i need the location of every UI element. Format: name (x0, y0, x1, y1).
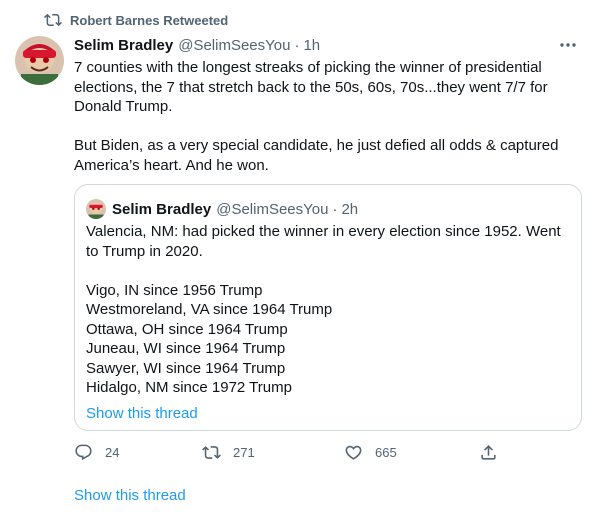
retweet-icon (202, 446, 221, 459)
quote-separator-dot: · (332, 200, 338, 218)
county-line: Sawyer, WI since 1964 Trump (86, 359, 286, 377)
quote-show-thread-link[interactable]: Show this thread (86, 405, 198, 422)
avatar[interactable] (15, 36, 64, 85)
quote-time: 2h (341, 200, 359, 218)
retweet-icon (44, 13, 62, 27)
retweet-count: 271 (233, 445, 255, 460)
tweet-time[interactable]: 1h (303, 37, 320, 54)
heart-icon (345, 445, 362, 460)
tweet-header: Selim Bradley @SelimSeesYou · 1h (74, 37, 578, 54)
retweet-banner[interactable]: Robert Barnes Retweeted (44, 11, 228, 29)
reply-icon (75, 444, 92, 461)
quote-county-list: Vigo, IN since 1956 Trump Westmoreland, … (86, 281, 574, 398)
reply-button[interactable]: 24 (74, 443, 119, 462)
like-button[interactable]: 665 (344, 443, 397, 462)
quote-text: Valencia, NM: had picked the winner in e… (86, 222, 574, 398)
author-name[interactable]: Selim Bradley (74, 37, 173, 54)
tweet-paragraph: But Biden, as a very special candidate, … (74, 137, 559, 174)
county-line: Vigo, IN since 1956 Trump (86, 281, 263, 299)
quote-avatar (86, 199, 106, 219)
county-line: Hidalgo, NM since 1972 Trump (86, 379, 292, 396)
more-options-icon[interactable] (558, 35, 578, 55)
tweet-paragraph: 7 counties with the longest streaks of p… (74, 59, 548, 115)
quote-intro: Valencia, NM: had picked the winner in e… (86, 223, 561, 260)
quote-author-name: Selim Bradley (112, 200, 212, 218)
tweet-actions: 24 271 665 (74, 443, 504, 465)
share-icon (481, 445, 496, 460)
share-button[interactable] (479, 443, 510, 462)
tweet-text: 7 counties with the longest streaks of p… (74, 58, 574, 175)
quoted-tweet[interactable]: Selim Bradley @SelimSeesYou · 2h Valenci… (74, 184, 582, 431)
show-thread-link[interactable]: Show this thread (74, 487, 186, 504)
quote-author-handle: @SelimSeesYou (216, 200, 329, 218)
retweet-banner-label: Robert Barnes Retweeted (70, 12, 229, 28)
author-handle[interactable]: @SelimSeesYou (178, 37, 290, 54)
reply-count: 24 (105, 445, 120, 460)
retweet-button[interactable]: 271 (202, 443, 255, 462)
avatar-image (15, 36, 64, 85)
county-line: Ottawa, OH since 1964 Trump (86, 320, 288, 338)
like-count: 665 (375, 445, 397, 460)
quote-header: Selim Bradley @SelimSeesYou · 2h (86, 199, 358, 219)
county-line: Juneau, WI since 1964 Trump (86, 340, 286, 357)
county-line: Westmoreland, VA since 1964 Trump (86, 301, 333, 318)
separator-dot: · (294, 37, 300, 54)
